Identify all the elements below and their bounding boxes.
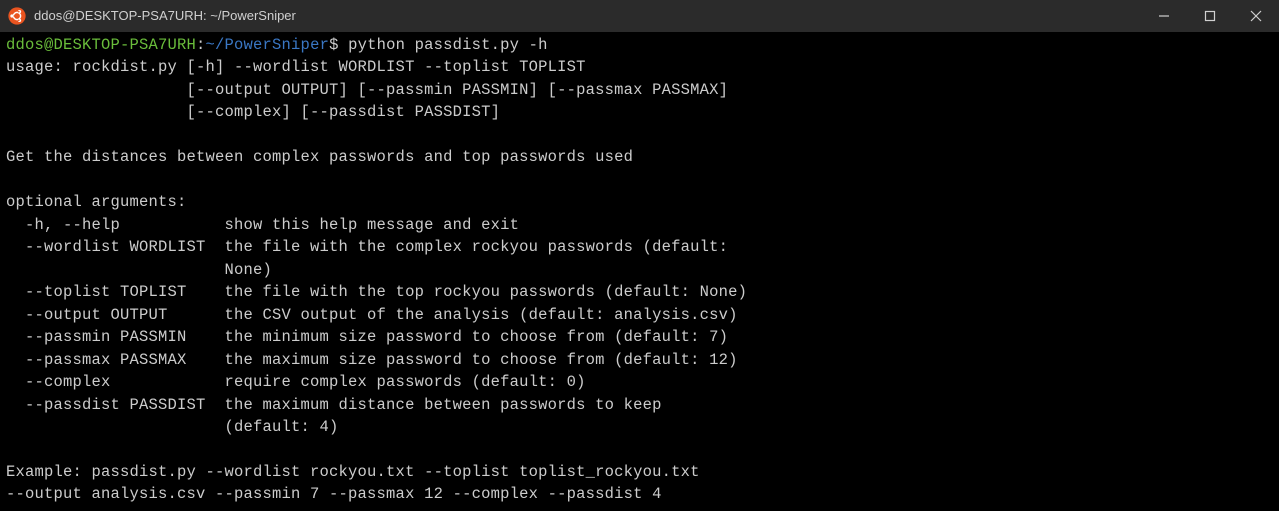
prompt-colon: :: [196, 36, 206, 54]
output-line: --passmax PASSMAX the maximum size passw…: [6, 351, 738, 369]
prompt-user-host: ddos@DESKTOP-PSA7URH: [6, 36, 196, 54]
output-line: --wordlist WORDLIST the file with the co…: [6, 238, 728, 256]
output-line: Get the distances between complex passwo…: [6, 148, 633, 166]
output-line: -h, --help show this help message and ex…: [6, 216, 519, 234]
output-line: optional arguments:: [6, 193, 187, 211]
output-line: (default: 4): [6, 418, 339, 436]
output-line: --output OUTPUT the CSV output of the an…: [6, 306, 738, 324]
terminal-content[interactable]: ddos@DESKTOP-PSA7URH:~/PowerSniper$ pyth…: [0, 32, 1279, 508]
prompt-command: python passdist.py -h: [339, 36, 548, 54]
prompt-path: ~/PowerSniper: [206, 36, 330, 54]
window-titlebar: ddos@DESKTOP-PSA7URH: ~/PowerSniper: [0, 0, 1279, 32]
output-line: [--output OUTPUT] [--passmin PASSMIN] [-…: [6, 81, 728, 99]
output-line: --complex require complex passwords (def…: [6, 373, 586, 391]
close-button[interactable]: [1233, 0, 1279, 32]
output-line: --passmin PASSMIN the minimum size passw…: [6, 328, 728, 346]
window-controls: [1141, 0, 1279, 32]
ubuntu-icon: [8, 7, 26, 25]
output-line: None): [6, 261, 272, 279]
window-title: ddos@DESKTOP-PSA7URH: ~/PowerSniper: [34, 7, 1141, 26]
output-line: --toplist TOPLIST the file with the top …: [6, 283, 747, 301]
output-line: usage: rockdist.py [-h] --wordlist WORDL…: [6, 58, 586, 76]
output-line: --passdist PASSDIST the maximum distance…: [6, 396, 662, 414]
output-line: --output analysis.csv --passmin 7 --pass…: [6, 485, 662, 503]
output-line: Example: passdist.py --wordlist rockyou.…: [6, 463, 700, 481]
maximize-button[interactable]: [1187, 0, 1233, 32]
prompt-dollar: $: [329, 36, 339, 54]
output-line: [--complex] [--passdist PASSDIST]: [6, 103, 500, 121]
minimize-button[interactable]: [1141, 0, 1187, 32]
